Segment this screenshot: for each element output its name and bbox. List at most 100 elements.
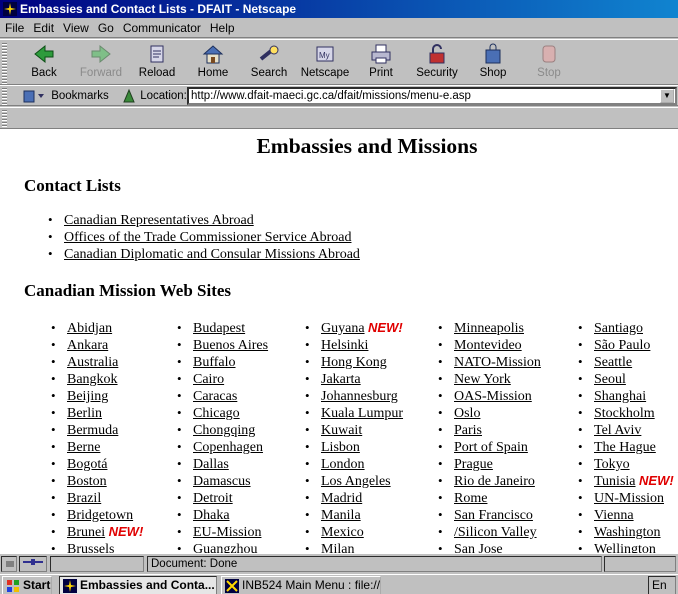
mission-link[interactable]: Montevideo <box>454 338 522 353</box>
mission-link[interactable]: Shanghai <box>594 389 646 404</box>
mission-link[interactable]: Abidjan <box>67 321 112 336</box>
mission-link[interactable]: NATO-Mission <box>454 355 541 370</box>
mission-link[interactable]: Bangkok <box>67 372 118 387</box>
menu-communicator[interactable]: Communicator <box>123 18 201 37</box>
mission-link[interactable]: New York <box>454 372 511 387</box>
mission-link[interactable]: Caracas <box>193 389 237 404</box>
mission-link[interactable]: Guangzhou <box>193 542 258 553</box>
mission-link[interactable]: Manila <box>321 508 361 523</box>
menu-file[interactable]: File <box>5 18 24 37</box>
mission-link[interactable]: UN-Mission <box>594 491 664 506</box>
mission-link[interactable]: Ankara <box>67 338 108 353</box>
mission-link[interactable]: Rome <box>454 491 487 506</box>
print-button[interactable]: Print <box>353 42 409 84</box>
contact-link[interactable]: Canadian Diplomatic and Consular Mission… <box>64 247 360 262</box>
mission-link[interactable]: Detroit <box>193 491 233 506</box>
mission-link[interactable]: Prague <box>454 457 493 472</box>
mission-link[interactable]: Kuala Lumpur <box>321 406 403 421</box>
mission-link[interactable]: São Paulo <box>594 338 650 353</box>
mission-link[interactable]: Buffalo <box>193 355 236 370</box>
mission-link[interactable]: Boston <box>67 474 107 489</box>
mission-link[interactable]: Hong Kong <box>321 355 387 370</box>
mission-link[interactable]: The Hague <box>594 440 656 455</box>
mission-link[interactable]: Chongqing <box>193 423 255 438</box>
mission-link[interactable]: Berlin <box>67 406 102 421</box>
mission-link[interactable]: Vienna <box>594 508 634 523</box>
menu-edit[interactable]: Edit <box>33 18 54 37</box>
menu-help[interactable]: Help <box>210 18 235 37</box>
netscape-button[interactable]: My Netscape <box>297 42 353 84</box>
security-button[interactable]: Security <box>409 42 465 84</box>
mission-link[interactable]: Australia <box>67 355 118 370</box>
start-button[interactable]: Start <box>2 576 52 594</box>
home-button[interactable]: Home <box>185 42 241 84</box>
mission-link[interactable]: Rio de Janeiro <box>454 474 535 489</box>
mission-link[interactable]: Brazil <box>67 491 101 506</box>
mission-link[interactable]: Paris <box>454 423 482 438</box>
mission-link[interactable]: Johannesburg <box>321 389 398 404</box>
stop-button[interactable]: Stop <box>521 42 577 84</box>
mission-link[interactable]: Helsinki <box>321 338 368 353</box>
mission-link[interactable]: OAS-Mission <box>454 389 532 404</box>
mission-link[interactable]: Brunei <box>67 525 105 540</box>
mission-link[interactable]: Santiago <box>594 321 643 336</box>
mission-link[interactable]: Damascus <box>193 474 251 489</box>
mission-link[interactable]: Lisbon <box>321 440 360 455</box>
mission-link[interactable]: Beijing <box>67 389 108 404</box>
mission-link[interactable]: Chicago <box>193 406 240 421</box>
mission-link[interactable]: Guyana <box>321 321 365 336</box>
shop-button[interactable]: Shop <box>465 42 521 84</box>
mission-link[interactable]: Buenos Aires <box>193 338 268 353</box>
mission-link[interactable]: Port of Spain <box>454 440 528 455</box>
mission-link[interactable]: San Jose <box>454 542 503 553</box>
search-button[interactable]: Search <box>241 42 297 84</box>
contact-link[interactable]: Canadian Representatives Abroad <box>64 213 254 228</box>
forward-button[interactable]: Forward <box>73 42 129 84</box>
location-grip[interactable] <box>2 87 7 105</box>
mission-link[interactable]: /Silicon Valley <box>454 525 537 540</box>
back-button[interactable]: Back <box>16 42 72 84</box>
mission-link[interactable]: Bogotá <box>67 457 107 472</box>
mission-link[interactable]: Dhaka <box>193 508 230 523</box>
personal-grip[interactable] <box>2 109 7 127</box>
url-dropdown-button[interactable]: ▼ <box>660 89 674 103</box>
language-indicator[interactable]: En <box>648 576 676 594</box>
location-page-icon[interactable] <box>121 88 137 104</box>
mission-link[interactable]: Washington <box>594 525 661 540</box>
reload-button[interactable]: Reload <box>129 42 185 84</box>
mission-link[interactable]: Wellington <box>594 542 656 553</box>
mission-link[interactable]: Dallas <box>193 457 229 472</box>
mission-link[interactable]: Stockholm <box>594 406 655 421</box>
mission-link[interactable]: Seattle <box>594 355 632 370</box>
mission-link[interactable]: Mexico <box>321 525 364 540</box>
url-input[interactable]: http://www.dfait-maeci.gc.ca/dfait/missi… <box>187 87 677 105</box>
mission-link[interactable]: Brussels <box>67 542 114 553</box>
mission-link[interactable]: Milan <box>321 542 354 553</box>
mission-link[interactable]: Berne <box>67 440 100 455</box>
mission-link[interactable]: Tel Aviv <box>594 423 641 438</box>
mission-link[interactable]: Copenhagen <box>193 440 263 455</box>
toolbar-grip[interactable] <box>2 42 7 84</box>
mission-link[interactable]: Bridgetown <box>67 508 133 523</box>
mission-link[interactable]: Oslo <box>454 406 480 421</box>
bookmarks-button[interactable]: Bookmarks <box>22 88 109 104</box>
security-status[interactable] <box>1 556 17 572</box>
mission-link[interactable]: Budapest <box>193 321 245 336</box>
mission-link[interactable]: Cairo <box>193 372 224 387</box>
mission-link[interactable]: EU-Mission <box>193 525 261 540</box>
mission-link[interactable]: San Francisco <box>454 508 533 523</box>
mission-link[interactable]: London <box>321 457 365 472</box>
mission-link[interactable]: Madrid <box>321 491 362 506</box>
menu-view[interactable]: View <box>63 18 89 37</box>
mission-link[interactable]: Kuwait <box>321 423 362 438</box>
mission-link[interactable]: Jakarta <box>321 372 361 387</box>
mission-link[interactable]: Minneapolis <box>454 321 524 336</box>
menu-go[interactable]: Go <box>98 18 114 37</box>
mission-link[interactable]: Tunisia <box>594 474 636 489</box>
mission-link[interactable]: Los Angeles <box>321 474 391 489</box>
mission-link[interactable]: Tokyo <box>594 457 630 472</box>
task-inb524[interactable]: INB524 Main Menu : file://... <box>221 576 381 594</box>
mission-link[interactable]: Bermuda <box>67 423 118 438</box>
mission-link[interactable]: Seoul <box>594 372 626 387</box>
contact-link[interactable]: Offices of the Trade Commissioner Servic… <box>64 230 351 245</box>
